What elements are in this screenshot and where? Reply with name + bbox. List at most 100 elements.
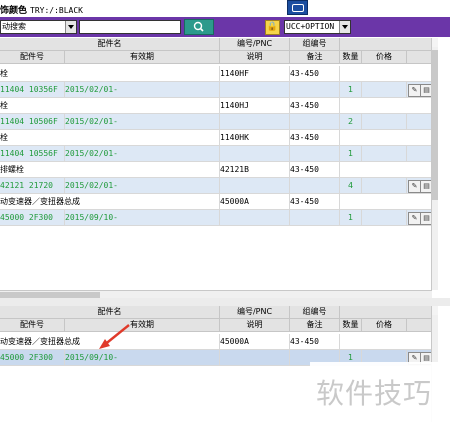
scroll-up-icon[interactable] (432, 38, 438, 47)
part-no: 11404 10506F (0, 114, 65, 129)
part-name: 排螺栓 (0, 162, 220, 177)
header-group: 组编号 (290, 306, 340, 318)
remark (290, 114, 340, 129)
part-name: 动变速器／变扭器总成 (0, 194, 220, 209)
desc (220, 114, 290, 129)
group-no: 43-450 (290, 66, 340, 81)
remark (290, 146, 340, 161)
table-row[interactable]: 45000 2F300 2015/09/10- 1 ✎ ▤ (0, 210, 432, 226)
table-row[interactable]: 动变速器／变扭器总成 45000A 43-450 (0, 194, 432, 210)
group-no: 43-450 (290, 130, 340, 145)
part-no: 11404 10556F (0, 146, 65, 161)
qty: 2 (340, 114, 362, 129)
desc (220, 146, 290, 161)
title-sub: TRY:/:BLACK (30, 6, 83, 15)
chevron-down-icon[interactable] (339, 21, 350, 33)
price (362, 82, 407, 97)
table-row[interactable]: 排螺栓 42121B 43-450 (0, 162, 432, 178)
watermark: 软件技巧 (310, 362, 450, 422)
validity: 2015/02/01- (65, 146, 220, 161)
option-value: UCC+OPTION (286, 22, 335, 31)
table-row[interactable]: 动变速器／变扭器总成 45000A 43-450 (0, 334, 432, 350)
price (362, 178, 407, 193)
group-no: 43-450 (290, 194, 340, 209)
table-row[interactable]: 11404 10506F 2015/02/01- 2 (0, 114, 432, 130)
price (362, 146, 407, 161)
header-part-name: 配件名 (0, 38, 220, 50)
remark (290, 178, 340, 193)
pnc: 1140HK (220, 130, 290, 145)
qty: 1 (340, 210, 362, 225)
annotation-arrow-icon (99, 324, 130, 349)
header-pnc: 编号/PNC (220, 306, 290, 318)
price (362, 114, 407, 129)
pnc: 1140HJ (220, 98, 290, 113)
search-mode-value: 动搜索 (2, 22, 26, 31)
desc (220, 210, 290, 225)
search-mode-select[interactable]: 动搜索 (0, 20, 77, 34)
header-price: 价格 (362, 319, 407, 331)
qty: 1 (340, 146, 362, 161)
qty: 4 (340, 178, 362, 193)
title-bar: 饰颜色 TRY:/:BLACK (0, 0, 450, 17)
part-name: 栓 (0, 130, 220, 145)
header-qty: 数量 (340, 319, 362, 331)
scroll-thumb[interactable] (432, 50, 438, 200)
header-pnc: 编号/PNC (220, 38, 290, 50)
part-no: 45000 2F300 (0, 210, 65, 225)
header-validity: 有效期 (65, 51, 220, 63)
header-desc: 说明 (220, 51, 290, 63)
part-no: 11404 10356F (0, 82, 65, 97)
header-part-no: 配件号 (0, 51, 65, 63)
search-input[interactable] (79, 20, 181, 34)
desc (220, 350, 290, 365)
part-no: 42121 21720 (0, 178, 65, 193)
table-group-header: 配件名 编号/PNC 组编号 (0, 306, 432, 319)
table-row[interactable]: 11404 10356F 2015/02/01- 1 ✎ ▤ (0, 82, 432, 98)
table-group-header: 配件名 编号/PNC 组编号 (0, 38, 432, 51)
validity: 2015/02/01- (65, 178, 220, 193)
table-row[interactable]: 栓 1140HF 43-450 (0, 66, 432, 82)
group-no: 43-450 (290, 162, 340, 177)
scroll-up-icon[interactable] (432, 306, 438, 315)
lock-icon[interactable]: 🔒 (265, 20, 280, 35)
page-title: 饰颜色 TRY:/:BLACK (0, 3, 83, 16)
header-price: 价格 (362, 51, 407, 63)
watermark-text: 软件技巧 (316, 377, 433, 410)
title-label: 饰颜色 (0, 6, 28, 16)
vertical-scrollbar[interactable] (431, 38, 438, 290)
part-name: 栓 (0, 98, 220, 113)
toolbar: 动搜索 🔒 UCC+OPTION (0, 17, 450, 37)
panel-divider[interactable] (0, 298, 450, 306)
price (362, 210, 407, 225)
table-column-header: 配件号 有效期 说明 备注 数量 价格 (0, 51, 432, 64)
validity: 2015/09/10- (65, 210, 220, 225)
table-row[interactable]: 11404 10556F 2015/02/01- 1 (0, 146, 432, 162)
validity: 2015/09/10- (65, 350, 220, 365)
table-row[interactable]: 42121 21720 2015/02/01- 4 ✎ ▤ (0, 178, 432, 194)
part-name: 栓 (0, 66, 220, 81)
table-row[interactable]: 栓 1140HK 43-450 (0, 130, 432, 146)
window-icon[interactable] (287, 0, 308, 15)
header-part-name: 配件名 (0, 306, 220, 318)
header-desc: 说明 (220, 319, 290, 331)
search-button[interactable] (184, 19, 214, 35)
chevron-down-icon[interactable] (65, 21, 76, 33)
header-group: 组编号 (290, 38, 340, 50)
table-column-header: 配件号 有效期 说明 备注 数量 价格 (0, 319, 432, 332)
desc (220, 82, 290, 97)
search-icon (193, 21, 204, 32)
qty: 1 (340, 82, 362, 97)
remark (290, 210, 340, 225)
header-remark: 备注 (290, 319, 340, 331)
remark (290, 82, 340, 97)
option-select[interactable]: UCC+OPTION (284, 20, 351, 34)
header-remark: 备注 (290, 51, 340, 63)
parts-table-top: 配件名 编号/PNC 组编号 配件号 有效期 说明 备注 数量 价格 栓 114… (0, 38, 432, 290)
pnc: 45000A (220, 194, 290, 209)
group-no: 43-450 (290, 334, 340, 349)
header-validity: 有效期 (65, 319, 220, 331)
part-no: 45000 2F300 (0, 350, 65, 365)
pnc: 45000A (220, 334, 290, 349)
table-row[interactable]: 栓 1140HJ 43-450 (0, 98, 432, 114)
